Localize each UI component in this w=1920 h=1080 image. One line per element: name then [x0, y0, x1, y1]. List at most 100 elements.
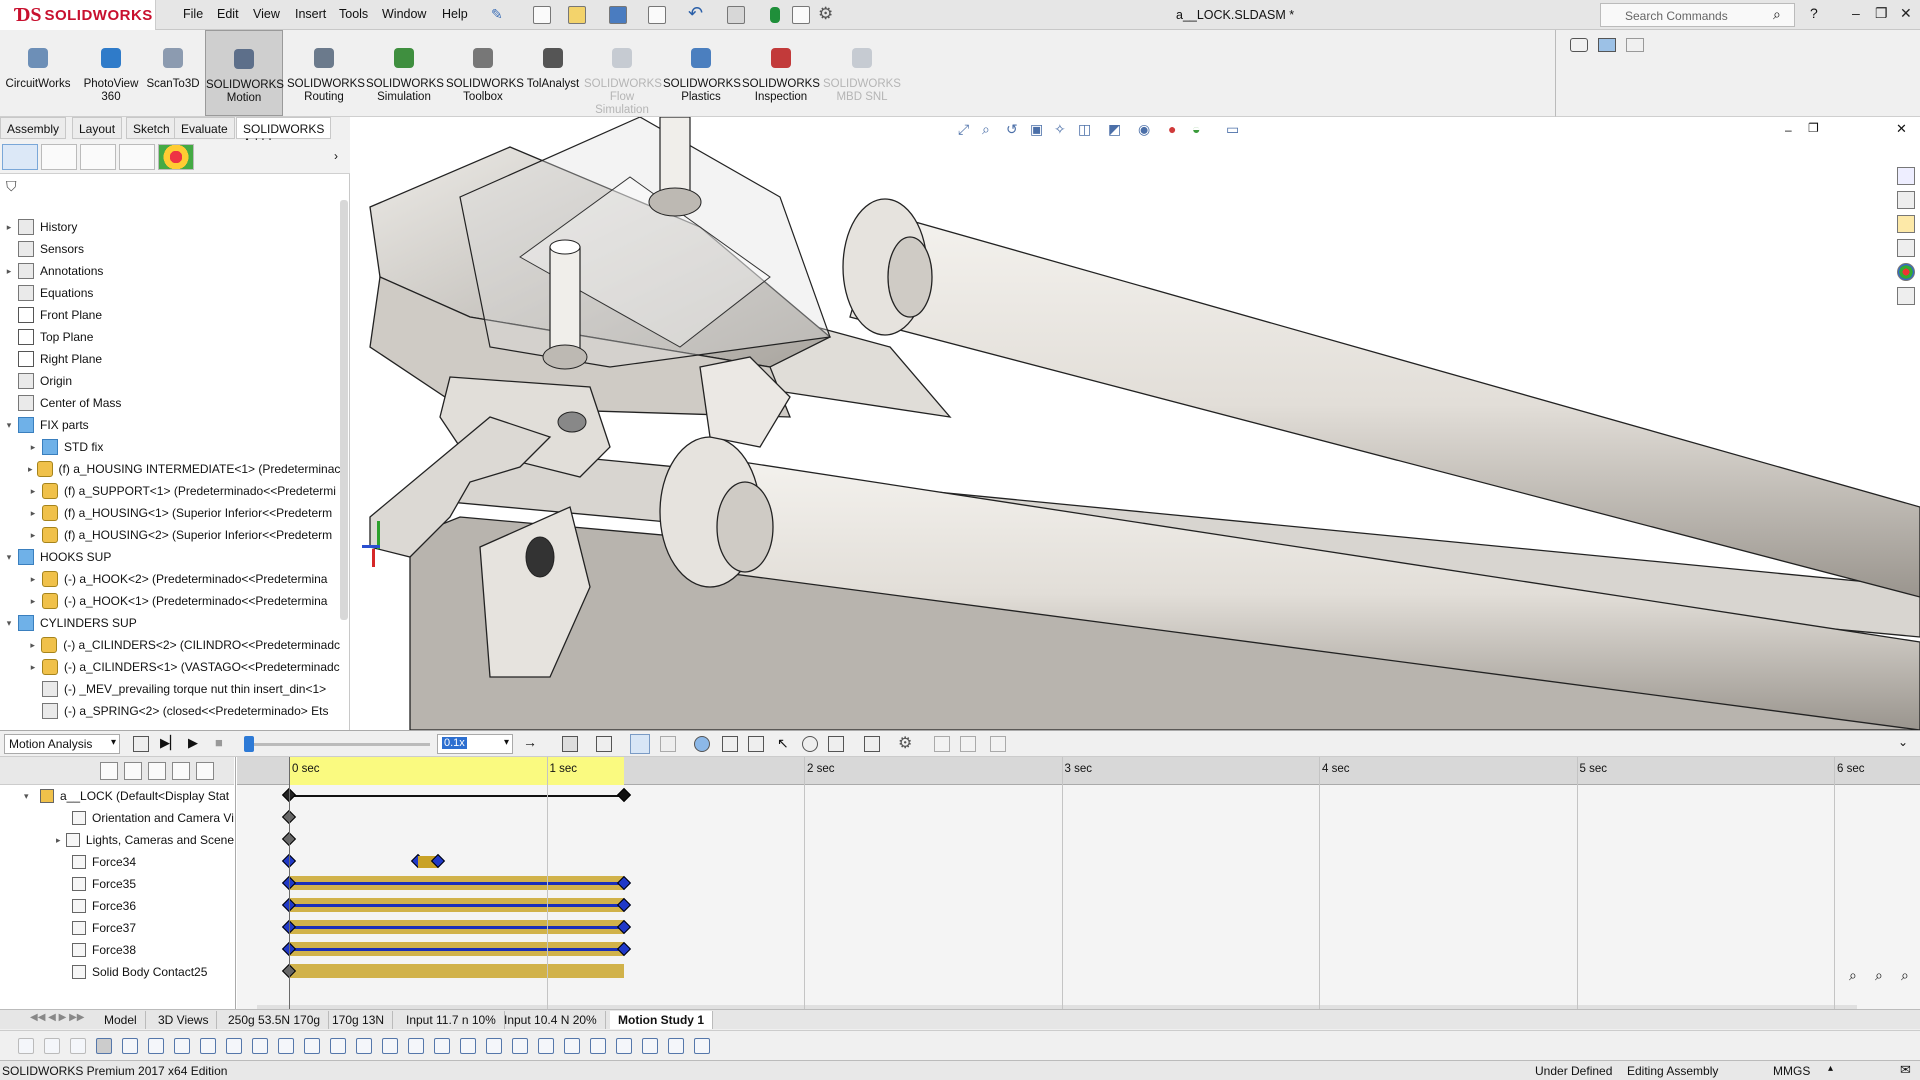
motion-item-force37[interactable]: Force37	[0, 917, 234, 939]
hide-show-items-icon[interactable]: ◉	[1138, 121, 1150, 138]
propertymanager-tab-icon[interactable]	[41, 144, 77, 170]
select-icon[interactable]	[727, 6, 745, 24]
tree-item-a-hook-2-predeterminado-predetermina[interactable]: ▸ (-) a_HOOK<2> (Predeterminado<<Predeter…	[0, 568, 340, 590]
command-solidworks-plastics-button[interactable]: SOLIDWORKS Plastics	[663, 30, 741, 116]
filter-surface-bodies-icon[interactable]	[226, 1038, 242, 1054]
timeline[interactable]: 0 sec 1 sec 2 sec 3 sec 4 sec 5 sec 6 sec ⌕ ⌕ …	[237, 757, 1920, 1016]
timeline-ruler[interactable]: 0 sec 1 sec 2 sec 3 sec 4 sec 5 sec 6 sec	[237, 757, 1920, 785]
command-solidworks-flow-simulation-button[interactable]: SOLIDWORKS Flow Simulation	[584, 30, 662, 116]
filter-center-marks-icon[interactable]	[408, 1038, 424, 1054]
doc-close-icon[interactable]: ✕	[1896, 121, 1907, 137]
filter-geometric-tolerances-icon[interactable]	[512, 1038, 528, 1054]
filter-surface-finish-icon[interactable]	[486, 1038, 502, 1054]
filter-edges-icon[interactable]	[174, 1038, 190, 1054]
menu-insert[interactable]: Insert	[295, 7, 326, 21]
file-properties-icon[interactable]	[792, 6, 810, 24]
tree-item-equations[interactable]: Equations	[0, 282, 340, 304]
doc-tab-input-10-4-n-20-[interactable]: Input 10.4 N 20%	[496, 1011, 606, 1029]
view-orientation-icon[interactable]: ◫	[1078, 121, 1091, 138]
doc-tab-250g-53-5n-170g[interactable]: 250g 53.5N 170g	[220, 1011, 330, 1029]
save-animation-icon[interactable]	[562, 736, 578, 752]
rebuild-icon[interactable]	[770, 7, 780, 23]
expand-toggle-icon[interactable]: ▸	[28, 530, 38, 541]
solidworks-resources-icon[interactable]	[1897, 167, 1915, 185]
timeline-track[interactable]	[237, 829, 1920, 851]
command-solidworks-toolbox-button[interactable]: SOLIDWORKS Toolbox	[446, 30, 524, 116]
expand-toggle-icon[interactable]: ▸	[28, 574, 38, 585]
save-icon[interactable]	[609, 6, 627, 24]
expand-toggle-icon[interactable]: ▸	[28, 596, 38, 607]
timeline-track[interactable]	[237, 851, 1920, 873]
tree-item-a-spring-2-closed-predeterminado-ets[interactable]: (-) a_SPRING<2> (closed<<Predeterminado>…	[0, 700, 340, 722]
doc-restore-icon[interactable]: ❐	[1808, 121, 1819, 135]
play-icon[interactable]: ▶	[188, 735, 198, 751]
doc-tab-model[interactable]: Model	[96, 1011, 146, 1029]
gravity-icon[interactable]	[828, 736, 844, 752]
timeline-track[interactable]	[237, 785, 1920, 807]
menu-file[interactable]: File	[183, 7, 203, 21]
end-key-icon[interactable]	[616, 787, 631, 803]
motion-item-force35[interactable]: Force35	[0, 873, 234, 895]
expand-toggle-icon[interactable]: ▸	[28, 486, 38, 497]
command-solidworks-inspection-button[interactable]: SOLIDWORKS Inspection	[742, 30, 820, 116]
expand-toggle-icon[interactable]: ▾	[24, 791, 38, 802]
dynamic-annotation-icon[interactable]: ✧	[1054, 121, 1066, 138]
filter-centerline-icon[interactable]	[434, 1038, 450, 1054]
status-units[interactable]: MMGS	[1773, 1064, 1810, 1078]
expand-toggle-icon[interactable]: ▸	[28, 508, 38, 519]
solidworks-logo[interactable]: ƊS SOLIDWORKS	[0, 0, 156, 30]
filter-axes-icon[interactable]	[278, 1038, 294, 1054]
filter-notes-icon[interactable]	[538, 1038, 554, 1054]
filter-faces-icon[interactable]	[200, 1038, 216, 1054]
view-settings-icon[interactable]: ▭	[1226, 121, 1239, 138]
apply-scene-icon[interactable]: ◒	[1192, 121, 1200, 137]
filter-midpoints-icon[interactable]	[382, 1038, 398, 1054]
filter-sketch-points-icon[interactable]	[330, 1038, 346, 1054]
filter-planes-icon[interactable]	[304, 1038, 320, 1054]
tree-item-a-cilinders-2-cilindro-predeterminadc[interactable]: ▸ (-) a_CILINDERS<2> (CILINDRO<<Predeterm…	[0, 634, 340, 656]
filter-toggle-icon[interactable]	[18, 1038, 34, 1054]
play-from-start-icon[interactable]: ▶▏	[160, 735, 180, 751]
motion-study-options-icon[interactable]	[990, 736, 1006, 752]
status-help-icon[interactable]: ✉	[1900, 1062, 1911, 1078]
filter-all-icon[interactable]	[70, 1038, 86, 1054]
display-style-icon[interactable]: ◩	[1108, 121, 1121, 138]
configurationmanager-tab-icon[interactable]	[80, 144, 116, 170]
expand-panel-icon[interactable]: ›	[334, 149, 338, 163]
pin-icon[interactable]: ✎	[491, 6, 503, 23]
motion-item-solid-body-contact25[interactable]: Solid Body Contact25	[0, 961, 234, 983]
motion-item-force38[interactable]: Force38	[0, 939, 234, 961]
tree-item-sensors[interactable]: Sensors	[0, 238, 340, 260]
motion-item-orientation-and-camera-vi[interactable]: Orientation and Camera Vi	[0, 807, 234, 829]
filter-datum-targets-icon[interactable]	[590, 1038, 606, 1054]
study-type-select[interactable]: Motion Analysis ▾	[4, 734, 120, 754]
doc-tab-input-11-7-n-10-[interactable]: Input 11.7 n 10%	[398, 1011, 505, 1029]
playback-mode-icon[interactable]: →	[523, 734, 537, 750]
tree-item-std-fix[interactable]: ▸ STD fix	[0, 436, 340, 458]
timeline-track[interactable]	[237, 807, 1920, 829]
displaymanager-tab-icon[interactable]	[158, 144, 194, 170]
command-photoview-360-button[interactable]: PhotoView 360	[78, 30, 144, 116]
undo-icon[interactable]: ↶	[688, 3, 703, 24]
timeline-track[interactable]	[237, 917, 1920, 939]
tree-item-history[interactable]: ▸ History	[0, 216, 340, 238]
filter-sketch-segments-icon[interactable]	[356, 1038, 372, 1054]
select-icon[interactable]	[96, 1038, 112, 1054]
calculate-icon[interactable]	[133, 736, 149, 752]
open-document-icon[interactable]	[568, 6, 586, 24]
tree-item-right-plane[interactable]: Right Plane	[0, 348, 340, 370]
playback-slider-thumb[interactable]	[244, 736, 254, 752]
tab-layout[interactable]: Layout	[72, 117, 123, 139]
print-icon[interactable]	[648, 6, 666, 24]
command-scanto3d-button[interactable]: ScanTo3D	[144, 30, 202, 116]
expand-toggle-icon[interactable]: ▾	[4, 420, 14, 431]
expand-toggle-icon[interactable]: ▸	[4, 266, 14, 277]
filter-weld-symbols-icon[interactable]	[564, 1038, 580, 1054]
tree-item-annotations[interactable]: ▸ Annotations	[0, 260, 340, 282]
motor-icon[interactable]	[694, 736, 710, 752]
expand-toggle-icon[interactable]: ▸	[4, 222, 14, 233]
dimxpertmanager-tab-icon[interactable]	[119, 144, 155, 170]
filter-vertices-icon[interactable]	[148, 1038, 164, 1054]
command-solidworks-routing-button[interactable]: SOLIDWORKS Routing	[287, 30, 365, 116]
stop-icon[interactable]: ■	[215, 735, 223, 750]
